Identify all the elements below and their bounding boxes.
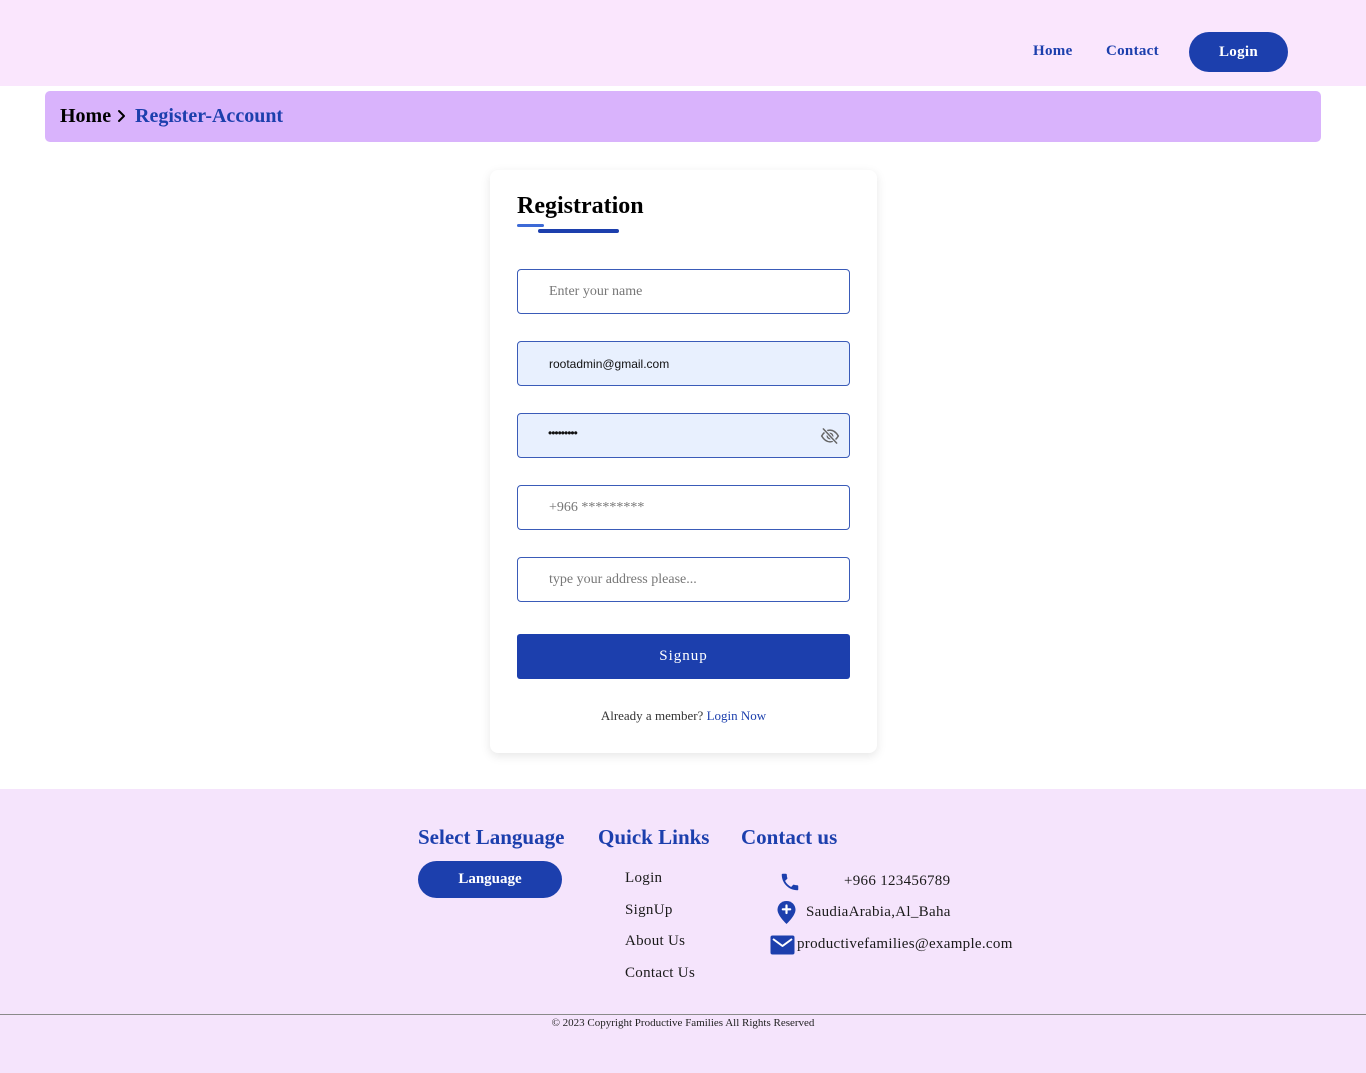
eye-slash-icon[interactable] <box>820 426 840 446</box>
footer-divider <box>0 1014 1366 1015</box>
email-input[interactable] <box>517 341 850 386</box>
already-member-label: Already a member? <box>600 708 704 723</box>
map-pin-icon <box>777 901 796 924</box>
name-input[interactable] <box>517 269 850 314</box>
signup-button[interactable]: Signup <box>517 634 850 679</box>
title-underline <box>538 229 619 233</box>
contact-us-heading: Contact us <box>741 825 838 849</box>
address-input[interactable] <box>517 557 850 602</box>
contact-address: SaudiaArabia,Al_Baha <box>806 904 951 920</box>
quick-link-login[interactable]: Login <box>625 870 662 887</box>
chevron-right-icon <box>118 110 125 122</box>
quick-link-about-us[interactable]: About Us <box>625 933 685 950</box>
password-input[interactable] <box>517 413 850 458</box>
already-member-text: Already a member? Login Now <box>490 708 877 724</box>
phone-icon <box>781 873 799 891</box>
breadcrumb-home[interactable]: Home <box>60 105 111 128</box>
footer: Select Language Quick Links Contact us L… <box>0 789 1366 1073</box>
nav-contact-link[interactable]: Contact <box>1106 43 1159 60</box>
title-underline-accent <box>517 224 544 227</box>
quick-links-heading: Quick Links <box>598 825 710 849</box>
registration-card: Registration ••••••••• Signup Already a … <box>490 170 877 753</box>
select-language-heading: Select Language <box>418 825 565 849</box>
breadcrumb-current: Register-Account <box>135 105 284 127</box>
language-button[interactable]: Language <box>418 861 562 898</box>
top-navbar: Home Contact Login <box>0 0 1366 86</box>
quick-link-signup[interactable]: SignUp <box>625 902 673 919</box>
nav-home-link[interactable]: Home <box>1033 43 1073 60</box>
contact-email: productivefamilies@example.com <box>797 936 1013 952</box>
mail-icon <box>770 935 795 955</box>
phone-input[interactable] <box>517 485 850 530</box>
quick-link-contact-us[interactable]: Contact Us <box>625 965 695 982</box>
copyright-text: © 2023 Copyright Productive Families All… <box>551 1017 815 1029</box>
breadcrumb: Home Register-Account <box>45 91 1321 142</box>
login-button[interactable]: Login <box>1189 32 1288 72</box>
registration-title: Registration <box>517 193 644 219</box>
login-now-link[interactable]: Login Now <box>707 708 767 723</box>
contact-phone: +966 123456789 <box>844 873 951 889</box>
